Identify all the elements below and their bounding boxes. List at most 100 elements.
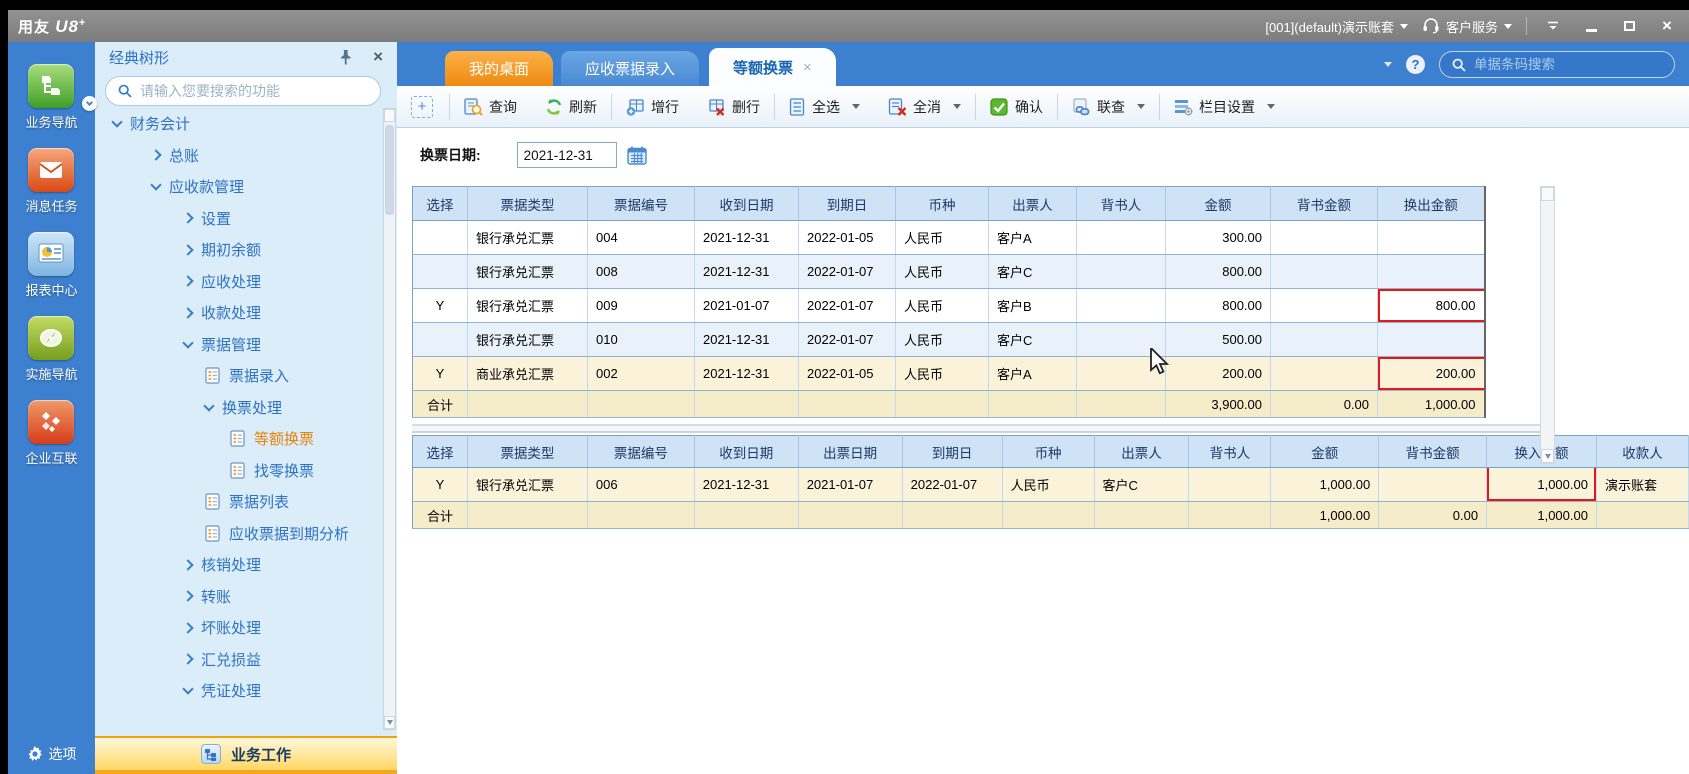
restore-button[interactable]	[1617, 16, 1641, 36]
cell-出票人[interactable]: 客户C	[989, 255, 1077, 289]
cell-选择[interactable]	[413, 323, 468, 357]
cell-背书人[interactable]	[1189, 468, 1271, 502]
scroll-up-icon[interactable]	[384, 109, 395, 122]
cell-背书人[interactable]	[1077, 323, 1166, 357]
toolbar-button-确认[interactable]: 确认	[988, 93, 1045, 121]
tree-item-换票处理[interactable]: 换票处理	[95, 392, 383, 424]
cell-票据编号[interactable]: 006	[587, 468, 694, 502]
collapse-ribbon-button[interactable]	[1541, 16, 1565, 36]
chevron-right-icon[interactable]	[182, 654, 193, 665]
cell-收到日期[interactable]: 2021-12-31	[695, 357, 799, 391]
cell-换出金额[interactable]	[1378, 255, 1485, 289]
cell-金额[interactable]: 800.00	[1166, 289, 1271, 323]
tree-item-汇兑损益[interactable]: 汇兑损益	[95, 644, 383, 676]
cell-背书金额[interactable]	[1271, 255, 1378, 289]
cell-换出金额[interactable]	[1378, 323, 1485, 357]
tree-item-转账[interactable]: 转账	[95, 581, 383, 613]
cell-票据类型[interactable]: 银行承兑汇票	[468, 255, 588, 289]
tab-我的桌面[interactable]: 我的桌面	[445, 51, 553, 86]
tree-item-收款处理[interactable]: 收款处理	[95, 297, 383, 329]
barcode-search-input[interactable]	[1474, 57, 1662, 72]
cell-币种[interactable]: 人民币	[896, 357, 989, 391]
cell-背书人[interactable]	[1077, 289, 1166, 323]
cell-选择[interactable]: Y	[413, 289, 468, 323]
scrollbar-thumb[interactable]	[385, 125, 394, 215]
pin-icon[interactable]	[338, 49, 353, 65]
chevron-right-icon[interactable]	[150, 150, 161, 161]
chevron-right-icon[interactable]	[182, 244, 193, 255]
cell-背书金额[interactable]	[1271, 323, 1378, 357]
cell-票据编号[interactable]: 004	[588, 221, 695, 255]
cell-到期日[interactable]: 2022-01-07	[799, 255, 896, 289]
cell-选择[interactable]	[413, 221, 468, 255]
new-voucher-button[interactable]: +	[411, 96, 433, 118]
tree-item-财务会计[interactable]: 财务会计	[95, 108, 383, 140]
tree-item-设置[interactable]: 设置	[95, 203, 383, 235]
chevron-down-icon[interactable]	[1137, 104, 1145, 109]
cell-币种[interactable]: 人民币	[896, 289, 989, 323]
cell-背书金额[interactable]	[1271, 289, 1378, 323]
chevron-down-icon[interactable]	[1267, 104, 1275, 109]
cell-票据类型[interactable]: 银行承兑汇票	[468, 289, 588, 323]
cell-背书人[interactable]	[1077, 357, 1166, 391]
cell-选择[interactable]: Y	[413, 468, 468, 502]
cell-收到日期[interactable]: 2021-12-31	[695, 221, 799, 255]
cell-收到日期[interactable]: 2021-12-31	[695, 323, 799, 357]
chevron-down-icon[interactable]	[111, 117, 122, 128]
cell-收到日期[interactable]: 2021-12-31	[694, 468, 798, 502]
cell-币种[interactable]: 人民币	[896, 255, 989, 289]
sidebar-item-消息任务[interactable]: 消息任务	[25, 148, 77, 215]
tab-应收票据录入[interactable]: 应收票据录入	[561, 51, 699, 86]
tree-scrollbar[interactable]	[383, 108, 396, 730]
chevron-right-icon[interactable]	[182, 276, 193, 287]
customer-service-menu[interactable]: 客户服务	[1422, 17, 1512, 36]
chevron-right-icon[interactable]	[182, 559, 193, 570]
cell-换入金额[interactable]: 1,000.00	[1487, 468, 1597, 502]
calendar-icon[interactable]	[627, 146, 647, 165]
help-icon[interactable]: ?	[1406, 55, 1425, 74]
tree-item-核销处理[interactable]: 核销处理	[95, 549, 383, 581]
tree-item-凭证处理[interactable]: 凭证处理	[95, 675, 383, 707]
cell-出票人[interactable]: 客户B	[989, 289, 1077, 323]
tree-item-等额换票[interactable]: 等额换票	[95, 423, 383, 455]
cell-换出金额[interactable]: 800.00	[1378, 289, 1485, 323]
chevron-down-icon[interactable]	[953, 104, 961, 109]
cell-选择[interactable]	[413, 255, 468, 289]
cell-到期日[interactable]: 2022-01-05	[799, 221, 896, 255]
cell-到期日[interactable]: 2022-01-07	[902, 468, 1002, 502]
cell-收到日期[interactable]: 2021-12-31	[695, 255, 799, 289]
toolbar-button-刷新[interactable]: 刷新	[543, 93, 599, 121]
account-selector[interactable]: [001](default)演示账套	[1265, 17, 1408, 36]
cell-票据编号[interactable]: 009	[588, 289, 695, 323]
tab-等额换票[interactable]: 等额换票×	[709, 48, 836, 86]
cell-出票日期[interactable]: 2021-01-07	[798, 468, 902, 502]
minimize-button[interactable]	[1579, 16, 1603, 36]
cell-金额[interactable]: 1,000.00	[1271, 468, 1379, 502]
scroll-down-icon[interactable]	[384, 716, 395, 729]
sidebar-item-业务导航[interactable]: 业务导航	[25, 64, 77, 131]
close-button[interactable]: ×	[1655, 16, 1679, 36]
cell-出票人[interactable]: 客户A	[989, 221, 1077, 255]
business-work-bar[interactable]: 业务工作	[95, 736, 397, 774]
tree-item-期初余额[interactable]: 期初余额	[95, 234, 383, 266]
cell-出票人[interactable]: 客户C	[989, 323, 1077, 357]
tree-item-应收处理[interactable]: 应收处理	[95, 266, 383, 298]
tab-list-dropdown-icon[interactable]	[1384, 62, 1392, 67]
cell-背书金额[interactable]	[1271, 357, 1378, 391]
cell-票据编号[interactable]: 008	[588, 255, 695, 289]
chevron-down-icon[interactable]	[182, 684, 193, 695]
chevron-down-icon[interactable]	[150, 180, 161, 191]
options-button[interactable]: 选项	[8, 744, 95, 764]
cell-金额[interactable]: 500.00	[1166, 323, 1271, 357]
tree-item-票据列表[interactable]: 票据列表	[95, 486, 383, 518]
cell-换出金额[interactable]: 200.00	[1378, 357, 1485, 391]
close-tab-icon[interactable]: ×	[803, 59, 812, 76]
barcode-search-box[interactable]	[1439, 51, 1675, 78]
cell-币种[interactable]: 人民币	[896, 323, 989, 357]
cell-背书人[interactable]	[1077, 221, 1166, 255]
sidebar-item-企业互联[interactable]: 企业互联	[25, 400, 77, 467]
chevron-right-icon[interactable]	[182, 622, 193, 633]
sidebar-item-实施导航[interactable]: 实施导航	[25, 316, 77, 383]
toolbar-button-增行[interactable]: 增行	[624, 93, 681, 121]
tree-item-总账[interactable]: 总账	[95, 140, 383, 172]
